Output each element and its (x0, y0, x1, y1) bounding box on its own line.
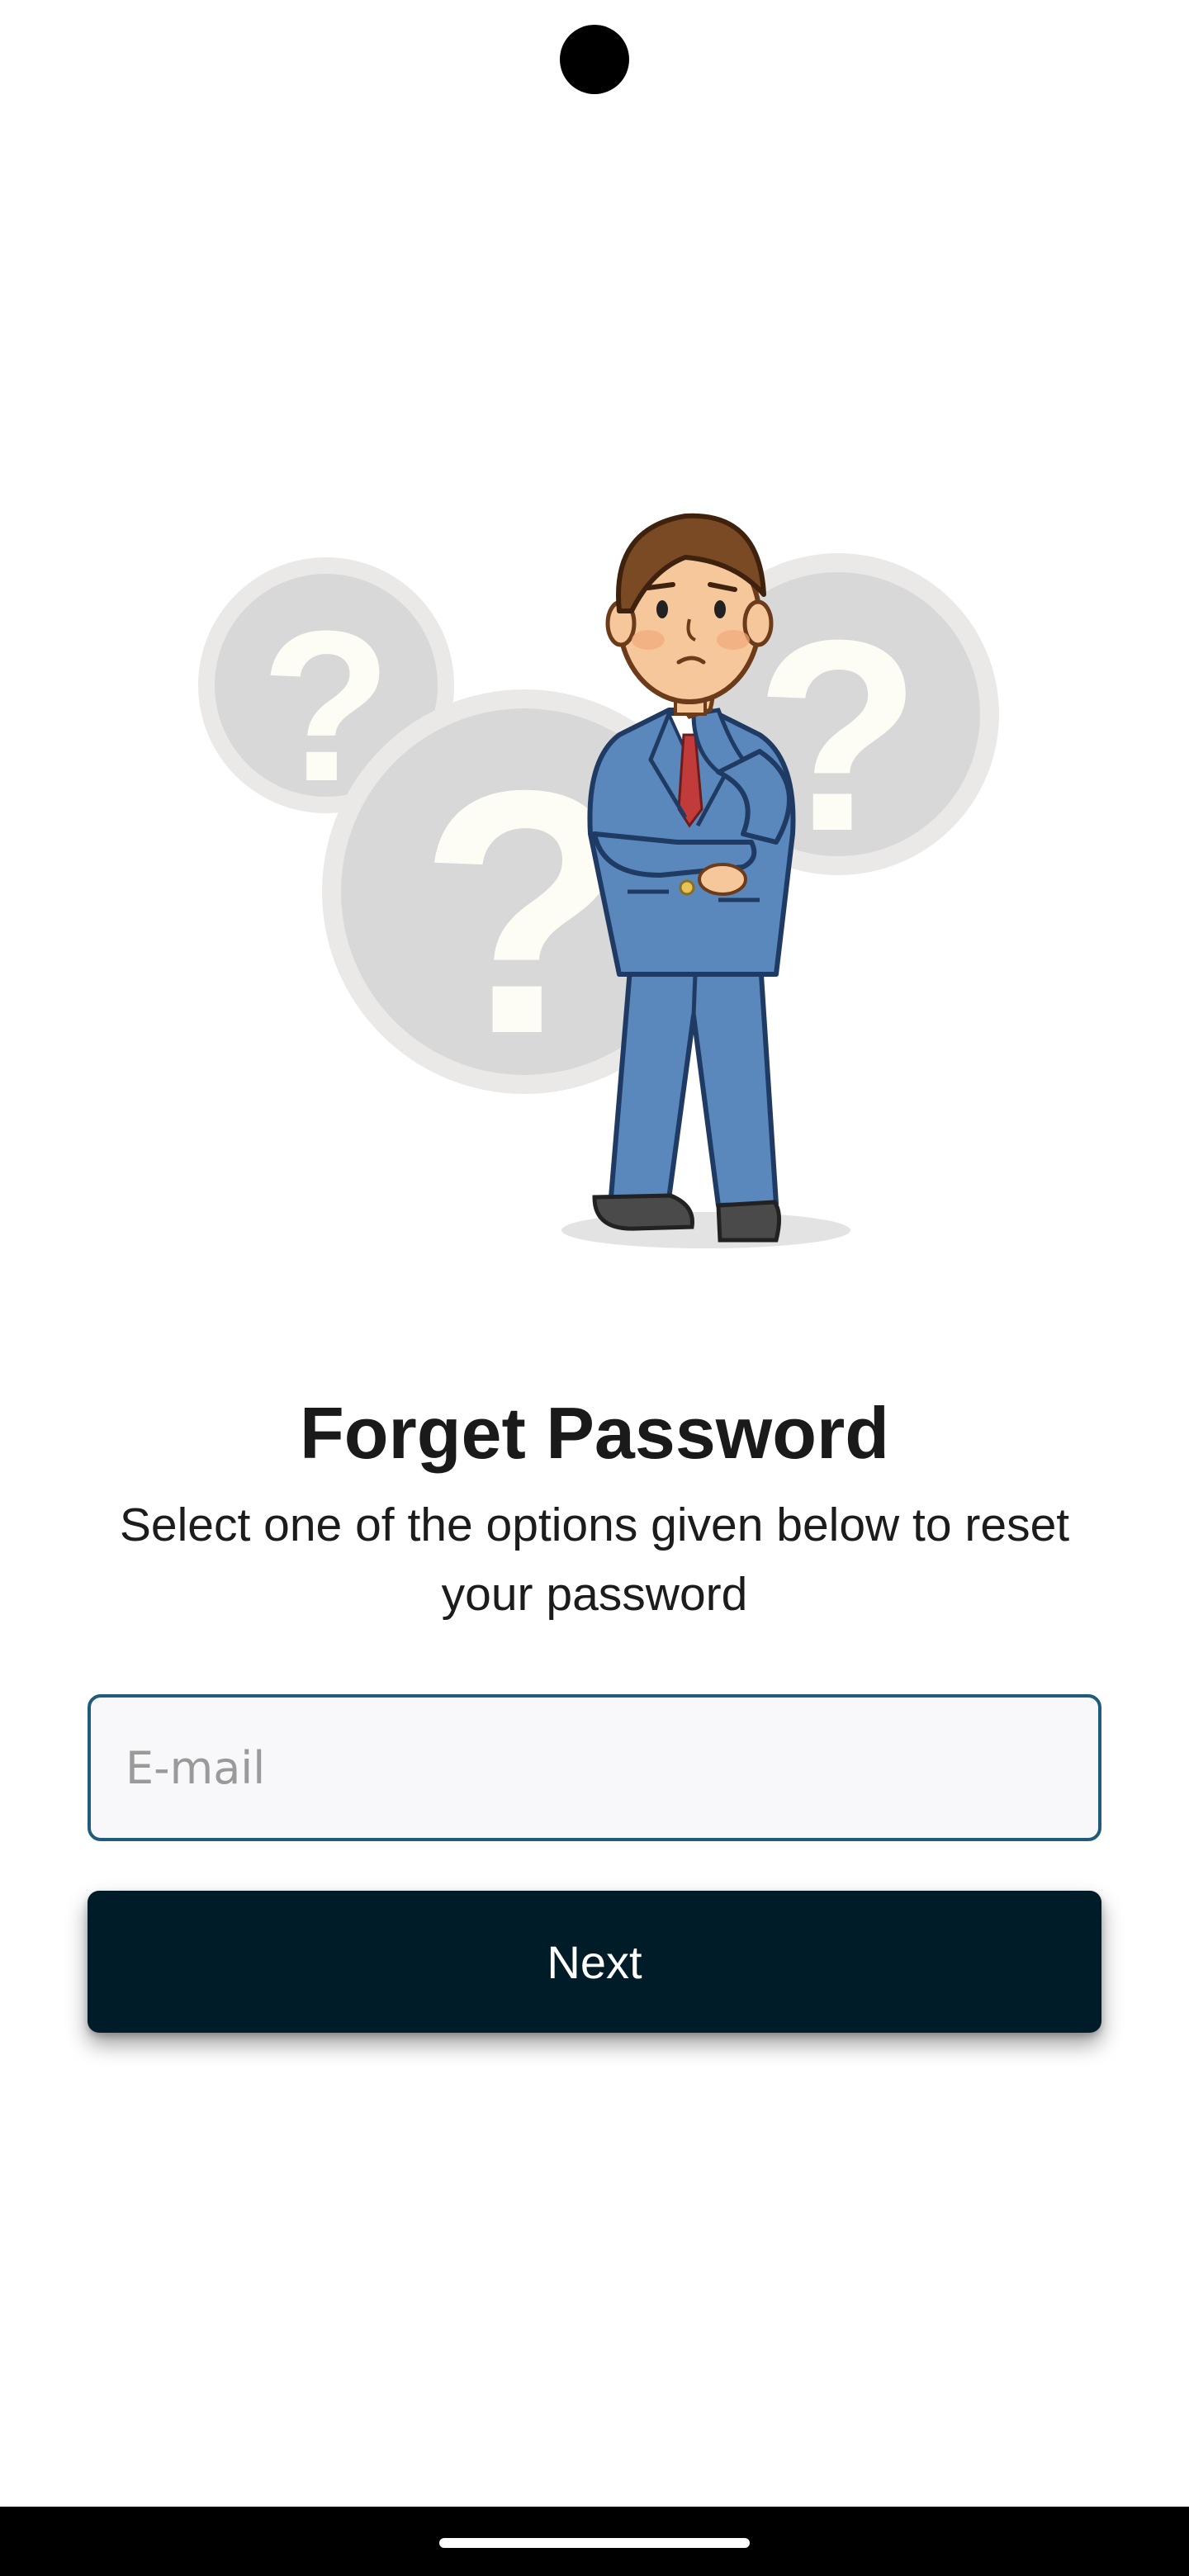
forget-password-screen: ? ? ? Forget Password Select one of the … (0, 0, 1189, 2576)
home-handle[interactable] (439, 2538, 750, 2548)
page-title: Forget Password (300, 1392, 889, 1474)
camera-cutout (560, 25, 629, 94)
system-navigation-bar (0, 2507, 1189, 2576)
next-button[interactable]: Next (88, 1891, 1101, 2033)
email-field[interactable] (88, 1694, 1101, 1841)
email-input[interactable] (126, 1741, 1098, 1794)
page-subtitle: Select one of the options given below to… (119, 1499, 1070, 1621)
confused-businessman-illustration: ? ? ? (182, 487, 1007, 1263)
next-button-label: Next (547, 1935, 642, 1988)
